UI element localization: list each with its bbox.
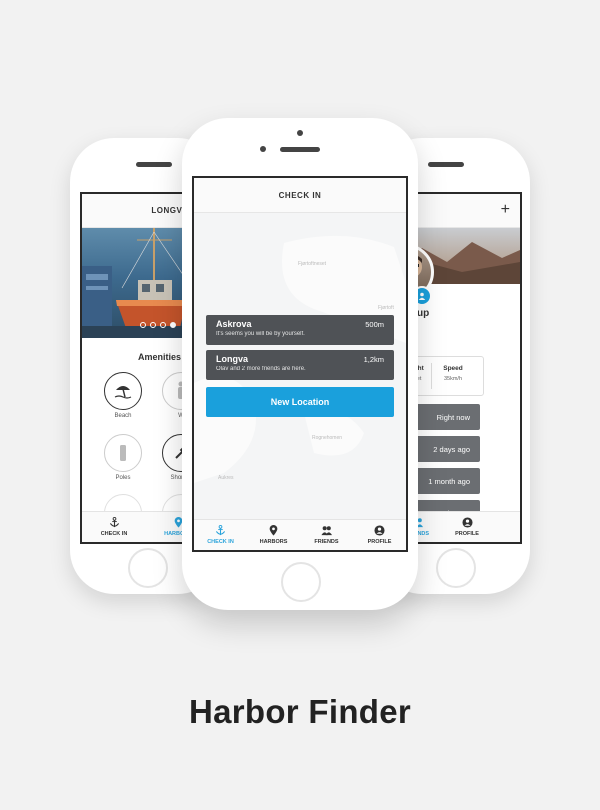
check-in-title: CHECK IN — [194, 178, 406, 213]
location-subtitle: It's seems you will be by yourself. — [216, 331, 305, 337]
location-name: Longva — [216, 354, 249, 364]
map-label: Aukres — [218, 475, 234, 481]
amenities-title: Amenities — [138, 352, 182, 362]
home-button[interactable] — [128, 548, 168, 588]
profile-icon — [461, 517, 473, 528]
friends-icon — [321, 526, 332, 536]
carousel-dots[interactable] — [140, 322, 176, 328]
speaker — [136, 162, 172, 167]
location-name: Askrova — [216, 319, 252, 329]
location-card-askrova[interactable]: Askrova 500m It's seems you will be by y… — [206, 315, 394, 345]
center-screen: CHECK IN Fjørtoftneset Fjørtoft Rognehom… — [192, 176, 408, 552]
center-tabbar: CHECK IN HARBORS FRIENDS PROFILE — [194, 519, 406, 550]
speaker — [428, 162, 464, 167]
home-button[interactable] — [436, 548, 476, 588]
amenity-poles[interactable] — [104, 434, 142, 472]
anchor-icon — [215, 525, 226, 536]
profile-icon — [374, 525, 385, 536]
map-label: Fjørtoft — [378, 305, 394, 311]
carousel-dot[interactable] — [140, 322, 146, 328]
tab-check-in[interactable]: CHECK IN — [194, 520, 247, 550]
carousel-dot-active[interactable] — [170, 322, 176, 328]
carousel-dot[interactable] — [150, 322, 156, 328]
beach-icon — [114, 386, 132, 399]
tab-profile[interactable]: PROFILE — [442, 512, 492, 542]
user-icon — [418, 292, 426, 300]
camera — [297, 130, 303, 136]
tab-label: CHECK IN — [207, 539, 234, 545]
tab-label: PROFILE — [455, 531, 479, 537]
amenity-beach[interactable] — [104, 372, 142, 410]
tab-check-in[interactable]: CHECK IN — [82, 512, 146, 542]
map-label: Fjørtoftneset — [298, 261, 327, 267]
anchor-icon — [109, 517, 119, 528]
phone-center: CHECK IN Fjørtoftneset Fjørtoft Rognehom… — [182, 118, 418, 610]
stat-value: 35km/h — [443, 376, 463, 382]
tab-label: HARBORS — [259, 539, 288, 545]
map-label: Rognehomen — [312, 435, 343, 441]
tab-label: PROFILE — [367, 539, 392, 545]
amenity-label: Beach — [114, 413, 132, 419]
amenity-label: Poles — [115, 475, 131, 481]
stat-speed: Speed 35km/h — [435, 365, 471, 382]
stat-divider — [431, 363, 432, 389]
location-distance: 500m — [365, 320, 384, 329]
location-card-longva[interactable]: Longva 1,2km Olav and 2 more friends are… — [206, 350, 394, 380]
tab-label: FRIENDS — [314, 539, 339, 545]
tab-label: CHECK IN — [100, 531, 128, 537]
stat-label: Speed — [443, 365, 463, 372]
add-friend-button[interactable]: + — [501, 200, 510, 220]
new-location-button[interactable]: New Location — [206, 387, 394, 417]
tab-profile[interactable]: PROFILE — [353, 520, 406, 550]
location-subtitle: Olav and 2 more friends are here. — [216, 366, 306, 372]
tab-friends[interactable]: FRIENDS — [300, 520, 353, 550]
home-button[interactable] — [281, 562, 321, 602]
pole-icon — [120, 445, 126, 461]
location-pin-icon — [269, 525, 278, 536]
tab-harbors[interactable]: HARBORS — [247, 520, 300, 550]
front-sensor — [260, 146, 266, 152]
carousel-dot[interactable] — [160, 322, 166, 328]
speaker — [280, 147, 320, 152]
location-distance: 1,2km — [363, 355, 384, 364]
app-title: Harbor Finder — [188, 693, 412, 730]
